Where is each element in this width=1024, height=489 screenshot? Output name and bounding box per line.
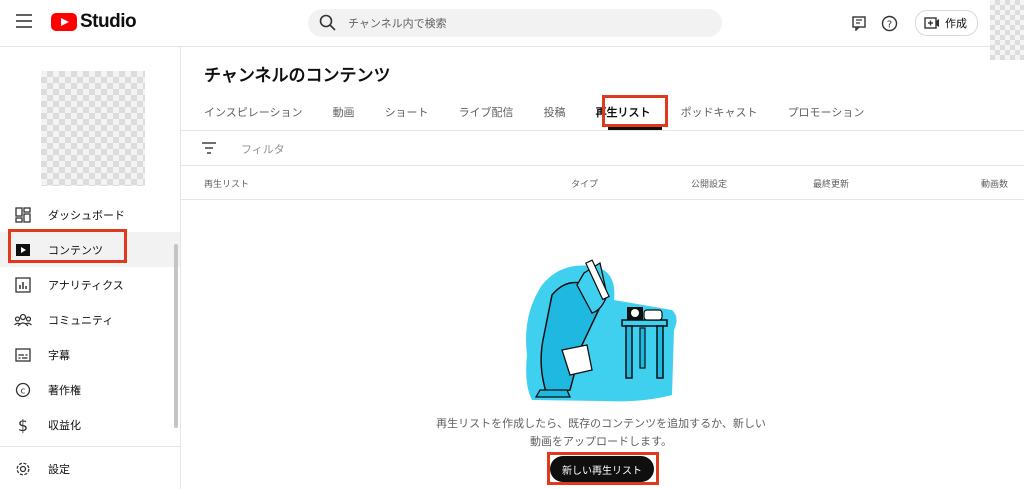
content-tabs: インスピレーション 動画 ショート ライブ配信 投稿 再生リスト ポッドキャスト… — [204, 102, 894, 130]
table-header: 再生リスト タイプ 公開設定 最終更新 動画数 — [181, 165, 1024, 200]
sidebar-divider — [0, 446, 180, 447]
empty-state-text: 再生リストを作成したら、既存のコンテンツを追加するか、新しい 動画をアップロード… — [421, 415, 781, 451]
hamburger-menu-icon[interactable] — [16, 14, 32, 28]
logo-text: Studio — [80, 11, 137, 32]
column-header-video-count[interactable]: 動画数 — [981, 177, 1008, 190]
community-icon — [14, 311, 32, 329]
analytics-icon — [14, 276, 32, 294]
tab-podcasts[interactable]: ポッドキャスト — [681, 102, 758, 130]
channel-avatar[interactable] — [41, 71, 145, 186]
sidebar-item-label: アナリティクス — [48, 278, 124, 292]
tab-posts[interactable]: 投稿 — [544, 102, 566, 130]
dollar-icon: $ — [14, 416, 32, 434]
top-bar: Studio チャンネル内で検索 ? 作成 — [0, 0, 1024, 60]
tab-live[interactable]: ライブ配信 — [459, 102, 514, 130]
sidebar-item-label: ダッシュボード — [48, 208, 125, 222]
page-title: チャンネルのコンテンツ — [204, 66, 391, 86]
sidebar-item-analytics[interactable]: アナリティクス — [0, 267, 180, 302]
tab-promotions[interactable]: プロモーション — [788, 102, 865, 130]
search-icon — [319, 14, 336, 31]
youtube-studio-logo[interactable]: Studio — [51, 10, 137, 34]
help-icon[interactable]: ? — [879, 13, 899, 33]
sidebar-item-monetization[interactable]: $ 収益化 — [0, 407, 180, 442]
svg-text:c: c — [21, 386, 26, 396]
sidebar-item-settings[interactable]: 設定 — [0, 451, 180, 486]
feedback-icon[interactable] — [849, 13, 869, 33]
sidebar-item-label: 字幕 — [48, 348, 70, 362]
sidebar-scrollbar[interactable] — [174, 244, 178, 428]
sidebar: ダッシュボード コンテンツ アナリティクス コミュニティ 字幕 c 著作権 $ … — [0, 47, 181, 489]
filter-icon[interactable] — [202, 142, 216, 154]
create-label: 作成 — [945, 17, 967, 30]
column-header-visibility[interactable]: 公開設定 — [691, 177, 727, 190]
sidebar-item-label: コミュニティ — [48, 313, 114, 327]
highlight-box-playlists-tab — [602, 95, 668, 127]
svg-text:?: ? — [886, 19, 891, 30]
copyright-icon: c — [14, 381, 32, 399]
sidebar-item-label: 収益化 — [48, 418, 81, 432]
highlight-box-content — [8, 229, 127, 263]
empty-state-line-1: 再生リストを作成したら、既存のコンテンツを追加するか、新しい — [436, 417, 766, 430]
sidebar-item-community[interactable]: コミュニティ — [0, 302, 180, 337]
sidebar-item-copyright[interactable]: c 著作権 — [0, 372, 180, 407]
main-content: チャンネルのコンテンツ インスピレーション 動画 ショート ライブ配信 投稿 再… — [181, 47, 1024, 489]
column-header-last-updated[interactable]: 最終更新 — [813, 177, 849, 190]
empty-state-line-2: 動画をアップロードします。 — [530, 435, 672, 448]
filter-bar[interactable]: フィルタ — [181, 131, 1024, 166]
column-header-type: タイプ — [571, 180, 599, 190]
subtitles-icon — [14, 346, 32, 364]
search-placeholder: チャンネル内で検索 — [348, 17, 447, 30]
dashboard-icon — [14, 206, 32, 224]
column-header-playlist: 再生リスト — [204, 180, 250, 190]
tab-videos[interactable]: 動画 — [333, 102, 355, 130]
tab-shorts[interactable]: ショート — [385, 102, 429, 130]
youtube-logo-icon — [51, 13, 77, 31]
settings-icon — [14, 460, 32, 478]
add-video-icon — [924, 17, 939, 29]
sidebar-item-dashboard[interactable]: ダッシュボード — [0, 197, 180, 232]
create-button[interactable]: 作成 — [915, 10, 978, 36]
empty-state-illustration — [526, 259, 677, 402]
highlight-box-new-playlist — [547, 452, 659, 485]
filter-placeholder[interactable]: フィルタ — [241, 141, 285, 157]
svg-text:$: $ — [18, 416, 28, 434]
tab-inspiration[interactable]: インスピレーション — [204, 102, 303, 130]
search-input[interactable]: チャンネル内で検索 — [308, 9, 722, 37]
sidebar-item-label: 設定 — [48, 462, 70, 476]
sidebar-item-subtitles[interactable]: 字幕 — [0, 337, 180, 372]
sidebar-item-label: 著作権 — [48, 383, 81, 397]
